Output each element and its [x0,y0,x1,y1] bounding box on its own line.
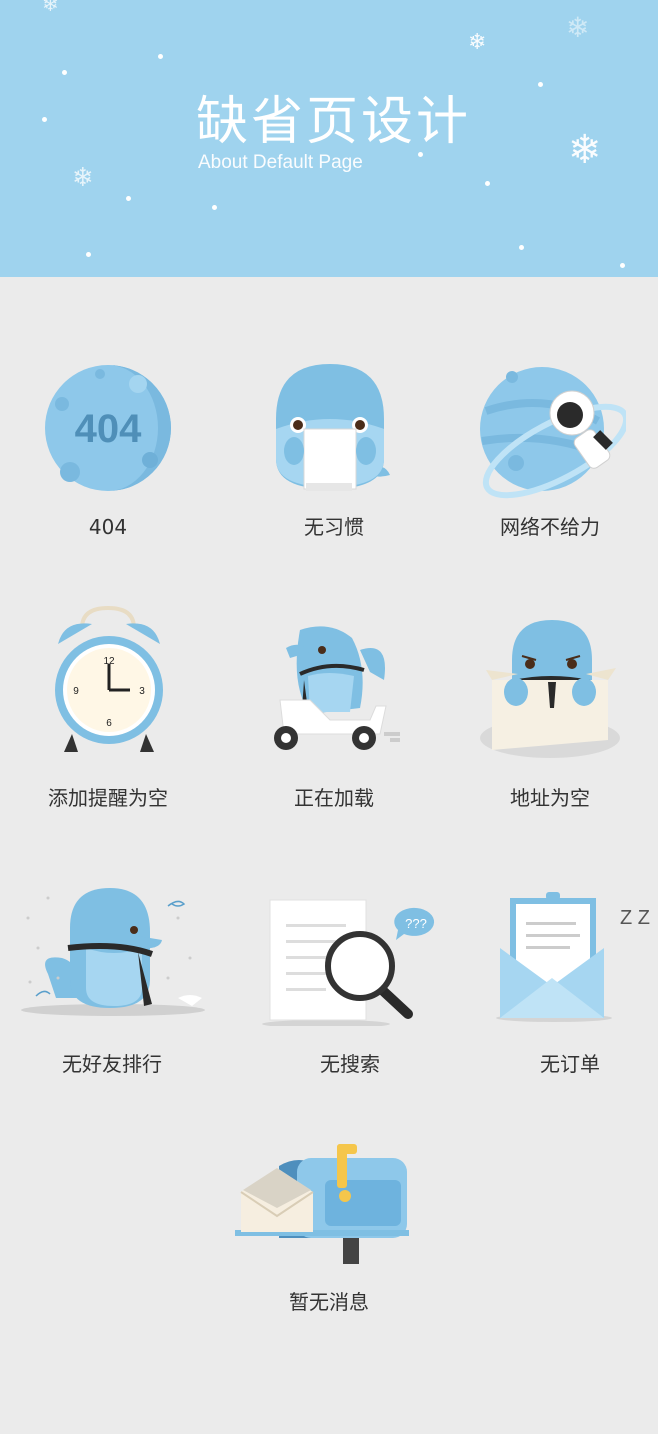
dolphin-box-icon [480,620,620,758]
label-search: 无搜索 [320,1052,380,1076]
label-no-habit: 无习惯 [304,515,364,539]
header-banner: ❄ ❄ ❄ ❄ ❄ 缺省页设计 About Default Page [0,0,658,277]
star-dot [126,196,131,201]
alarm-clock-icon: 12 3 6 9 [55,605,163,752]
mailbox-icon [235,1144,409,1264]
moon-404-icon: 404 [45,365,171,491]
star-dot [62,70,67,75]
star-dot [212,205,217,210]
snowflake-icon: ❄ [72,163,94,193]
svg-text:9: 9 [73,686,79,697]
label-network: 网络不给力 [500,515,600,539]
svg-text:6: 6 [106,718,112,729]
star-dot [86,252,91,257]
star-dot [485,181,490,186]
dolphin-scooter-icon [274,626,400,750]
dolphin-cold-icon [21,888,205,1016]
page-title: 缺省页设计 [196,92,472,152]
label-friends: 无好友排行 [62,1052,162,1076]
label-address: 地址为空 [510,786,590,810]
label-loading: 正在加载 [294,786,374,810]
snowflake-icon: ❄ [42,0,59,16]
moon-badge: 404 [75,407,142,451]
star-dot [620,263,625,268]
label-order: 无订单 [540,1052,600,1076]
dolphin-with-paper-icon [276,364,390,491]
label-reminder: 添加提醒为空 [48,786,168,810]
snowflake-icon: ❄ [566,11,590,44]
star-dot [42,117,47,122]
star-dot [519,245,524,250]
svg-text:3: 3 [139,686,145,697]
envelope-icon: Z Z [496,892,650,1022]
planet-astronaut-icon [480,367,626,499]
star-dot [418,152,423,157]
snowflake-icon: ❄ [568,127,602,173]
label-404: 404 [88,515,128,539]
sleep-z: Z Z [620,907,650,929]
magnifier-icon: ??? [262,899,435,1026]
question-bubble: ??? [405,916,427,931]
page-subtitle: About Default Page [198,152,363,173]
label-message: 暂无消息 [289,1290,369,1314]
star-dot [538,82,543,87]
snowflake-icon: ❄ [468,30,487,55]
star-dot [158,54,163,59]
